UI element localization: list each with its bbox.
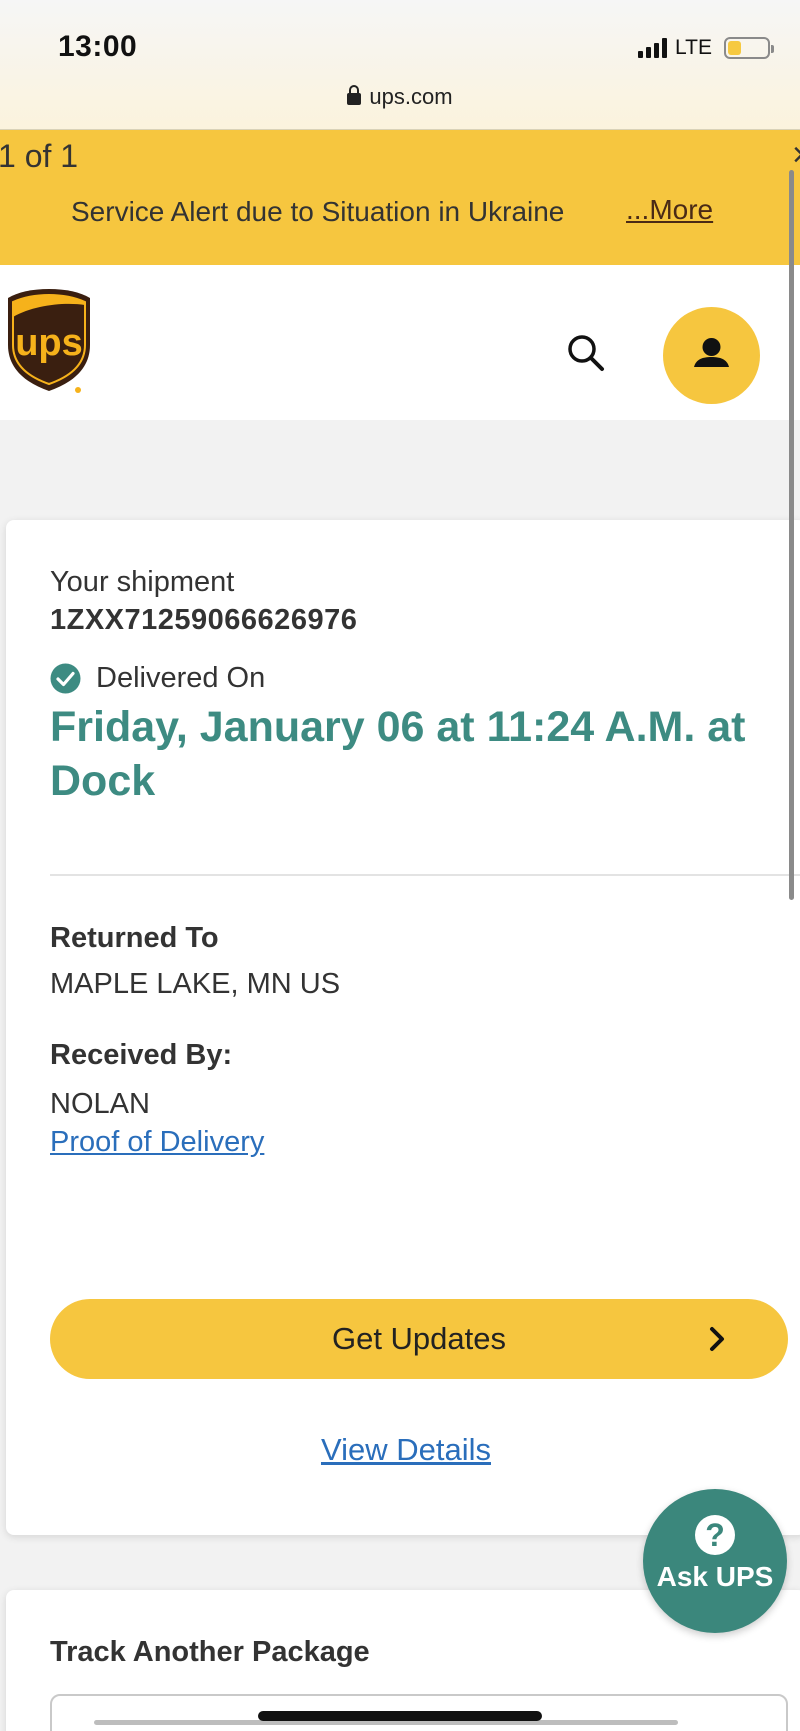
returned-to-label: Returned To xyxy=(50,922,219,954)
battery-icon xyxy=(724,37,774,59)
home-indicator[interactable] xyxy=(258,1711,542,1721)
close-icon[interactable]: × xyxy=(792,136,800,175)
ask-ups-label: Ask UPS xyxy=(656,1561,774,1592)
received-by-label: Received By: xyxy=(50,1039,233,1071)
status-time: 13:00 xyxy=(58,30,138,63)
search-icon xyxy=(568,335,604,371)
delivered-datetime: Friday, January 06 at 11:24 A.M. at Dock xyxy=(50,703,746,805)
track-another-title: Track Another Package xyxy=(50,1636,370,1668)
check-circle-icon xyxy=(50,663,81,694)
chevron-right-icon xyxy=(710,1327,724,1351)
user-icon xyxy=(694,338,729,367)
get-updates-label: Get Updates xyxy=(331,1321,507,1356)
shipment-label: Your shipment xyxy=(50,566,235,598)
status-label: Delivered On xyxy=(96,662,266,694)
scrollbar[interactable] xyxy=(789,170,794,900)
view-details-link[interactable]: View Details xyxy=(6,1432,800,1468)
divider xyxy=(50,874,800,876)
url-text: ups.com xyxy=(369,84,453,109)
network-label: LTE xyxy=(675,36,712,59)
ups-logo[interactable]: ups xyxy=(4,287,94,395)
proof-of-delivery-link[interactable]: Proof of Delivery xyxy=(50,1126,264,1159)
returned-to-value: MAPLE LAKE, MN US xyxy=(50,968,341,1000)
service-alert-banner: 1 of 1 Service Alert due to Situation in… xyxy=(0,130,800,265)
spacer-band xyxy=(0,420,800,520)
account-button[interactable] xyxy=(663,307,760,404)
alert-message: Service Alert due to Situation in Ukrain… xyxy=(71,196,565,227)
ask-ups-button[interactable]: ? Ask UPS xyxy=(643,1489,787,1633)
url-bar[interactable]: ups.com xyxy=(0,84,800,110)
get-updates-button[interactable]: Get Updates xyxy=(50,1299,788,1379)
received-by-value: NOLAN xyxy=(50,1088,150,1120)
lock-icon xyxy=(347,85,362,105)
search-button[interactable] xyxy=(560,327,612,379)
site-header: ups xyxy=(0,265,800,420)
tracking-number: 1ZXX71259066626976 xyxy=(50,604,358,636)
browser-top-bar: 13:00 LTE ups.com xyxy=(0,0,800,130)
logo-text: ups xyxy=(15,322,83,364)
alert-more-link[interactable]: ...More xyxy=(626,194,713,226)
alert-counter: 1 of 1 xyxy=(0,138,79,174)
signal-icon xyxy=(638,38,668,58)
shipment-card: Your shipment 1ZXX71259066626976 Deliver… xyxy=(6,520,800,1535)
question-icon: ? xyxy=(695,1515,735,1555)
status-icons: LTE xyxy=(638,36,774,60)
